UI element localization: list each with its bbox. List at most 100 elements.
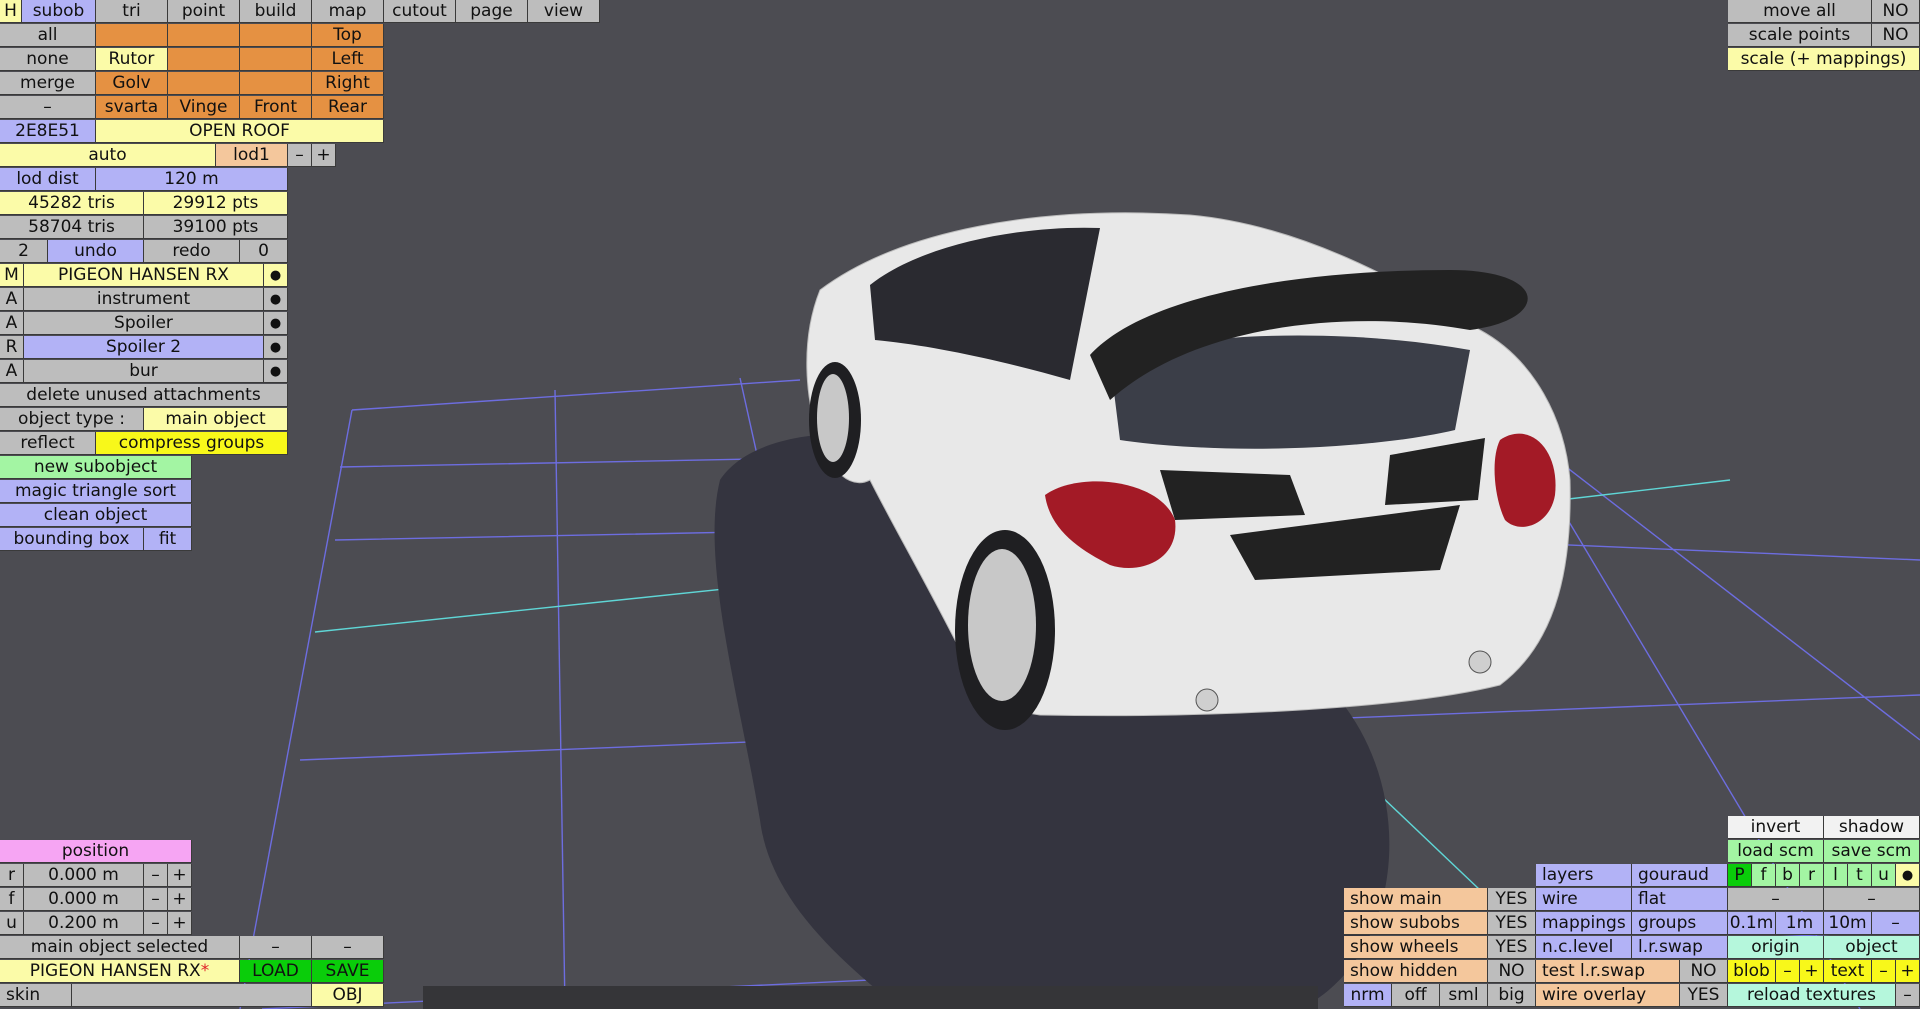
group-golv[interactable]: Golv: [96, 72, 168, 95]
nc-level-button[interactable]: n.c.level: [1536, 936, 1632, 959]
load-scm-button[interactable]: load scm: [1728, 840, 1824, 863]
layer-dot-toggle[interactable]: ●: [1896, 864, 1920, 887]
attachment-visibility-dot[interactable]: ●: [264, 264, 288, 287]
shadow-button[interactable]: shadow: [1824, 816, 1920, 839]
show-subobs-toggle[interactable]: YES: [1488, 912, 1536, 935]
layers-button[interactable]: layers: [1536, 864, 1632, 887]
group-slot-empty[interactable]: [240, 48, 312, 71]
wire-button[interactable]: wire: [1536, 888, 1632, 911]
load-button[interactable]: LOAD: [240, 960, 312, 983]
position-r-value[interactable]: 0.000 m: [24, 864, 144, 887]
layer-t-toggle[interactable]: t: [1848, 864, 1872, 887]
size-nrm-button[interactable]: nrm: [1344, 984, 1392, 1007]
merge-button[interactable]: merge: [0, 72, 96, 95]
attachment-prefix[interactable]: A: [0, 312, 24, 335]
step-minus-button[interactable]: –: [1872, 912, 1920, 935]
position-f-minus[interactable]: –: [144, 888, 168, 911]
attachment-item[interactable]: Spoiler 2: [24, 336, 264, 359]
compress-groups-button[interactable]: compress groups: [96, 432, 288, 455]
size-off-button[interactable]: off: [1392, 984, 1440, 1007]
scale-points-toggle[interactable]: NO: [1872, 24, 1920, 47]
gouraud-button[interactable]: gouraud: [1632, 864, 1728, 887]
magic-triangle-sort-button[interactable]: magic triangle sort: [0, 480, 192, 503]
text-minus-button[interactable]: –: [1872, 960, 1896, 983]
lod-level[interactable]: lod1: [216, 144, 288, 167]
step-0-1m-button[interactable]: 0.1m: [1728, 912, 1776, 935]
undo-button[interactable]: undo: [48, 240, 144, 263]
object-button[interactable]: object: [1824, 936, 1920, 959]
color-code[interactable]: 2E8E51: [0, 120, 96, 143]
menu-view[interactable]: view: [528, 0, 600, 23]
attachment-prefix[interactable]: R: [0, 336, 24, 359]
selection-minus-button[interactable]: –: [312, 936, 384, 959]
position-u-minus[interactable]: –: [144, 912, 168, 935]
group-vinge[interactable]: Vinge: [168, 96, 240, 119]
group-svarta[interactable]: svarta: [96, 96, 168, 119]
group-name-field[interactable]: OPEN ROOF: [96, 120, 384, 143]
menu-page[interactable]: page: [456, 0, 528, 23]
view-top-button[interactable]: Top: [312, 24, 384, 47]
position-r-plus[interactable]: +: [168, 864, 192, 887]
view-rear-button[interactable]: Rear: [312, 96, 384, 119]
size-big-button[interactable]: big: [1488, 984, 1536, 1007]
obj-button[interactable]: OBJ: [312, 984, 384, 1007]
attachment-prefix[interactable]: A: [0, 288, 24, 311]
save-button[interactable]: SAVE: [312, 960, 384, 983]
lr-swap-button[interactable]: l.r.swap: [1632, 936, 1728, 959]
position-f-plus[interactable]: +: [168, 888, 192, 911]
attachment-item[interactable]: Spoiler: [24, 312, 264, 335]
attachment-prefix[interactable]: M: [0, 264, 24, 287]
attachment-item[interactable]: PIGEON HANSEN RX: [24, 264, 264, 287]
reflect-button[interactable]: reflect: [0, 432, 96, 455]
group-slot-empty[interactable]: [96, 24, 168, 47]
new-subobject-button[interactable]: new subobject: [0, 456, 192, 479]
fit-button[interactable]: fit: [144, 528, 192, 551]
step-1m-button[interactable]: 1m: [1776, 912, 1824, 935]
dash-button[interactable]: –: [1824, 888, 1920, 911]
menu-point[interactable]: point: [168, 0, 240, 23]
menu-cutout[interactable]: cutout: [384, 0, 456, 23]
position-u-value[interactable]: 0.200 m: [24, 912, 144, 935]
view-right-button[interactable]: Right: [312, 72, 384, 95]
test-lr-swap-toggle[interactable]: NO: [1680, 960, 1728, 983]
minus-button[interactable]: –: [0, 96, 96, 119]
group-slot-empty[interactable]: [168, 24, 240, 47]
size-sml-button[interactable]: sml: [1440, 984, 1488, 1007]
lod-auto-button[interactable]: auto: [0, 144, 216, 167]
select-all-button[interactable]: all: [0, 24, 96, 47]
lod-dist-value[interactable]: 120 m: [96, 168, 288, 191]
step-10m-button[interactable]: 10m: [1824, 912, 1872, 935]
layer-b-toggle[interactable]: b: [1776, 864, 1800, 887]
show-main-toggle[interactable]: YES: [1488, 888, 1536, 911]
group-front[interactable]: Front: [240, 96, 312, 119]
file-name-field[interactable]: PIGEON HANSEN RX*: [0, 960, 240, 983]
layer-f-toggle[interactable]: f: [1752, 864, 1776, 887]
delete-unused-attachments-button[interactable]: delete unused attachments: [0, 384, 288, 407]
layer-p-toggle[interactable]: P: [1728, 864, 1752, 887]
lod-minus-button[interactable]: –: [288, 144, 312, 167]
group-slot-empty[interactable]: [168, 72, 240, 95]
flat-button[interactable]: flat: [1632, 888, 1728, 911]
blob-minus-button[interactable]: –: [1776, 960, 1800, 983]
layer-r-toggle[interactable]: r: [1800, 864, 1824, 887]
menu-map[interactable]: map: [312, 0, 384, 23]
clean-object-button[interactable]: clean object: [0, 504, 192, 527]
layer-l-toggle[interactable]: l: [1824, 864, 1848, 887]
menu-tri[interactable]: tri: [96, 0, 168, 23]
attachment-item[interactable]: bur: [24, 360, 264, 383]
skin-field[interactable]: [72, 984, 312, 1007]
group-rutor[interactable]: Rutor: [96, 48, 168, 71]
attachment-prefix[interactable]: A: [0, 360, 24, 383]
group-slot-empty[interactable]: [240, 72, 312, 95]
layer-u-toggle[interactable]: u: [1872, 864, 1896, 887]
bounding-box-button[interactable]: bounding box: [0, 528, 144, 551]
show-hidden-toggle[interactable]: NO: [1488, 960, 1536, 983]
menu-subob[interactable]: subob: [22, 0, 96, 23]
group-slot-empty[interactable]: [240, 24, 312, 47]
text-plus-button[interactable]: +: [1896, 960, 1920, 983]
invert-button[interactable]: invert: [1728, 816, 1824, 839]
attachment-item[interactable]: instrument: [24, 288, 264, 311]
horizontal-scrollbar[interactable]: [423, 986, 1318, 1009]
group-slot-empty[interactable]: [168, 48, 240, 71]
h-menu-item[interactable]: H: [0, 0, 22, 23]
